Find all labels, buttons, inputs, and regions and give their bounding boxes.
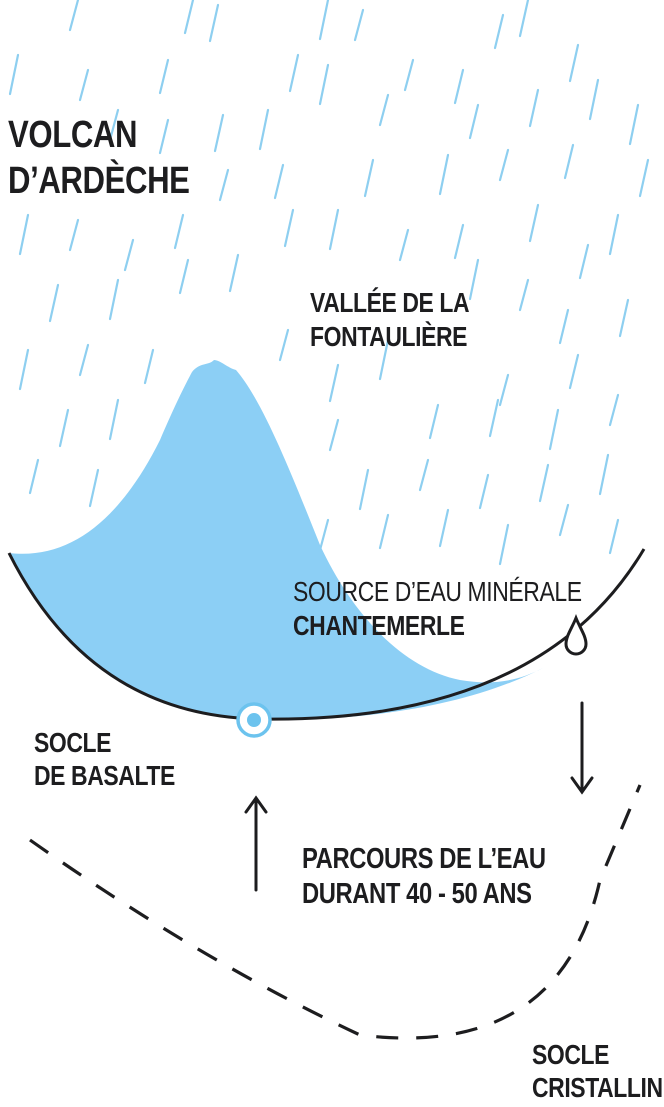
- label-basalt-base: SOCLE DE BASALTE: [34, 726, 175, 792]
- rain-streak: [58, 408, 70, 448]
- rain-streak: [498, 523, 510, 566]
- rain-streak: [378, 93, 390, 127]
- rain-streak: [318, 518, 330, 552]
- spring-line-1: SOURCE D’EAU MINÉRALE: [293, 576, 582, 607]
- rain-streak: [158, 58, 170, 95]
- rain-streak: [438, 153, 450, 196]
- rain-streak: [68, 218, 80, 252]
- rain-streak: [528, 88, 540, 128]
- rain-streak: [608, 518, 620, 555]
- spring-line-2: CHANTEMERLE: [293, 610, 465, 641]
- rain-streak: [213, 113, 225, 153]
- rain-streak: [283, 208, 295, 248]
- rain-streak: [398, 228, 410, 262]
- rain-streak: [78, 343, 90, 377]
- label-crystalline-base: SOCLE CRISTALLIN: [532, 1038, 663, 1104]
- rain-streak: [88, 468, 100, 508]
- rain-streak: [608, 393, 620, 427]
- rain-streak: [108, 398, 120, 441]
- rain-streak: [498, 148, 510, 182]
- rain-streak: [568, 353, 580, 390]
- rain-streak: [318, 63, 330, 106]
- rain-streak: [488, 398, 500, 438]
- water-path-line-2: DURANT 40 - 50 ANS: [302, 878, 532, 910]
- rain-streak: [328, 363, 340, 403]
- rain-streak: [628, 103, 640, 146]
- rain-streak: [588, 78, 600, 121]
- rain-streak: [143, 348, 155, 385]
- rain-streak: [8, 53, 20, 96]
- rain-streak: [123, 238, 135, 272]
- arrow-up-icon: [244, 795, 268, 892]
- rain-streak: [528, 203, 540, 243]
- rain-streak: [468, 258, 480, 301]
- rain-streak: [518, 278, 530, 312]
- volcano-mountain: [9, 360, 543, 720]
- title-volcano: VOLCAN D’ARDÈCHE: [8, 112, 190, 204]
- rain-streak: [598, 453, 610, 496]
- rain-streak: [108, 278, 120, 321]
- rain-streak: [178, 258, 190, 295]
- rain-streak: [578, 243, 590, 280]
- rain-streak: [328, 208, 340, 251]
- rain-streak: [558, 308, 570, 345]
- rain-streak: [418, 458, 430, 492]
- rain-streak: [453, 223, 465, 260]
- rain-streak: [453, 68, 465, 105]
- title-line-2: D’ARDÈCHE: [8, 160, 190, 202]
- rain-streak: [518, 0, 530, 38]
- rain-streak: [563, 143, 575, 180]
- rain-streak: [493, 13, 505, 50]
- label-mineral-spring: SOURCE D’EAU MINÉRALE CHANTEMERLE: [293, 575, 582, 643]
- rain-streaks: [8, 0, 650, 566]
- title-line-1: VOLCAN: [8, 114, 138, 156]
- rain-streak: [403, 58, 415, 92]
- rain-streak: [218, 168, 230, 202]
- rain-streak: [18, 213, 30, 256]
- rain-streak: [183, 0, 195, 35]
- spring-marker-icon: [236, 702, 272, 738]
- rain-streak: [358, 468, 370, 511]
- rain-streak: [18, 348, 30, 391]
- crystalline-line-2: CRISTALLIN: [532, 1072, 663, 1103]
- valley-line-1: VALLÉE DE LA: [310, 287, 470, 318]
- rain-streak: [478, 473, 490, 510]
- valley-line-2: FONTAULIÈRE: [310, 321, 468, 352]
- rain-streak: [468, 103, 480, 140]
- basalt-line-2: DE BASALTE: [34, 760, 175, 791]
- rain-streak: [208, 3, 220, 43]
- rain-streak: [78, 68, 90, 102]
- rain-streak: [318, 0, 330, 41]
- rain-streak: [538, 463, 550, 503]
- rain-streak: [438, 508, 450, 548]
- crystalline-line-1: SOCLE: [532, 1039, 610, 1070]
- rain-streak: [28, 458, 40, 495]
- water-path-line-1: PARCOURS DE L’EAU: [302, 843, 546, 875]
- rain-streak: [638, 158, 650, 198]
- rain-streak: [228, 253, 240, 293]
- rain-streak: [353, 8, 365, 42]
- label-water-path: PARCOURS DE L’EAU DURANT 40 - 50 ANS: [302, 842, 546, 912]
- diagram-stage: VOLCAN D’ARDÈCHE VALLÉE DE LA FONTAULIÈR…: [0, 0, 664, 1104]
- rain-streak: [608, 213, 620, 256]
- rain-streak: [173, 213, 185, 250]
- label-valley: VALLÉE DE LA FONTAULIÈRE: [310, 286, 470, 354]
- rain-streak: [568, 43, 580, 83]
- basalt-line-1: SOCLE: [34, 727, 112, 758]
- rain-streak: [558, 503, 570, 537]
- rain-streak: [68, 0, 80, 32]
- rain-streak: [278, 328, 290, 362]
- rain-streak: [258, 108, 270, 151]
- rain-streak: [618, 298, 630, 338]
- rain-streak: [498, 373, 510, 407]
- rain-streak: [328, 418, 340, 452]
- arrow-down-icon: [570, 701, 594, 795]
- rain-streak: [48, 283, 60, 323]
- rain-streak: [273, 163, 285, 200]
- rain-streak: [363, 158, 375, 198]
- rain-streak: [378, 513, 390, 550]
- rain-streak: [548, 408, 560, 451]
- rain-streak: [288, 53, 300, 93]
- rain-streak: [428, 403, 440, 440]
